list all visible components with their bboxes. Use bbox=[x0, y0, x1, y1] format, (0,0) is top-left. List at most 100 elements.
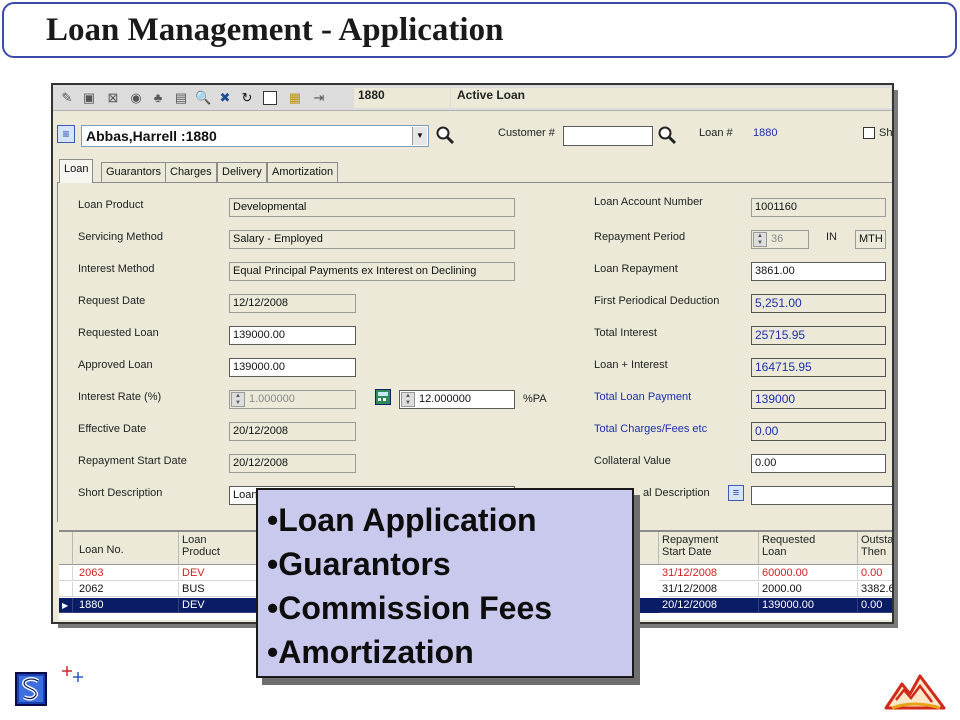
tab-amortization[interactable]: Amortization bbox=[267, 162, 339, 182]
show-checkbox[interactable] bbox=[863, 127, 875, 139]
save-icon[interactable]: ▣ bbox=[81, 90, 97, 106]
cell-start-date: 31/12/2008 bbox=[659, 566, 759, 581]
approved-loan-input[interactable]: 139000.00 bbox=[229, 358, 356, 377]
refresh-icon[interactable]: ↻ bbox=[239, 90, 255, 106]
approve-icon[interactable]: ◉ bbox=[128, 90, 144, 106]
grid-header-requested-loan[interactable]: Requested Loan bbox=[759, 532, 858, 565]
total-interest-label: Total Interest bbox=[594, 327, 657, 339]
total-loan-payment-field[interactable]: 139000 bbox=[751, 390, 886, 409]
repayment-period-label: Repayment Period bbox=[594, 231, 686, 243]
repayment-start-date-field[interactable]: 20/12/2008 bbox=[229, 454, 356, 473]
cell-loan-no: 2063 bbox=[73, 566, 179, 581]
cell-start-date: 20/12/2008 bbox=[659, 598, 759, 613]
interest-rate-value-2: 12.000000 bbox=[419, 393, 471, 405]
edit-icon[interactable]: ✎ bbox=[59, 90, 75, 106]
tab-guarantors[interactable]: Guarantors bbox=[101, 162, 167, 182]
notes-icon[interactable]: ▦ bbox=[287, 90, 303, 106]
borrower-combo-value: Abbas,Harrell :1880 bbox=[86, 128, 217, 144]
collateral-value-label: Collateral Value bbox=[594, 455, 671, 467]
cell-requested: 60000.00 bbox=[759, 566, 858, 581]
interest-rate-label: Interest Rate (%) bbox=[78, 391, 162, 403]
row-selector[interactable] bbox=[59, 566, 73, 581]
effective-date-label: Effective Date bbox=[78, 423, 147, 435]
requested-loan-label: Requested Loan bbox=[78, 327, 159, 339]
borrower-combo[interactable]: Abbas,Harrell :1880 ▼ bbox=[81, 125, 429, 147]
requested-loan-input[interactable]: 139000.00 bbox=[229, 326, 356, 345]
spinner-icon[interactable]: ▲ ▼ bbox=[401, 392, 415, 407]
chevron-down-icon[interactable]: ▼ bbox=[412, 127, 427, 145]
callout-item: •Guarantors bbox=[267, 546, 451, 582]
row-pointer-icon[interactable]: ▶ bbox=[59, 598, 73, 613]
cell-loan-no: 1880 bbox=[73, 598, 179, 613]
interest-method-field[interactable]: Equal Principal Payments ex Interest on … bbox=[229, 262, 515, 281]
collateral-value-input[interactable]: 0.00 bbox=[751, 454, 886, 473]
list-icon[interactable]: ≡ bbox=[57, 125, 75, 143]
repayment-period-unit[interactable]: MTH bbox=[855, 230, 886, 249]
grid-row-selector-header bbox=[59, 532, 73, 565]
callout-item: •Loan Application bbox=[267, 502, 537, 538]
total-charges-fees-field[interactable]: 0.00 bbox=[751, 422, 886, 441]
slide-title-bar: Loan Management - Application bbox=[2, 2, 957, 58]
delete-icon[interactable]: ⊠ bbox=[105, 90, 121, 106]
loan-product-field[interactable]: Developmental bbox=[229, 198, 515, 217]
loan-account-number-label: Loan Account Number bbox=[594, 196, 703, 208]
cell-outstanding: 3382.6 bbox=[858, 582, 892, 597]
interest-rate-value-1: 1.000000 bbox=[249, 393, 295, 405]
grid-header-loan-no[interactable]: Loan No. bbox=[73, 532, 179, 565]
grid-header-outstanding-then[interactable]: Outstar Then bbox=[858, 532, 892, 565]
cell-outstanding: 0.00 bbox=[858, 598, 892, 613]
row-selector[interactable] bbox=[59, 582, 73, 597]
exit-icon[interactable]: ⇥ bbox=[311, 90, 327, 106]
effective-date-field[interactable]: 20/12/2008 bbox=[229, 422, 356, 441]
grid-header-repayment-start-date[interactable]: Repayment Start Date bbox=[659, 532, 759, 565]
total-charges-fees-label: Total Charges/Fees etc bbox=[594, 423, 708, 435]
calculator-icon[interactable] bbox=[375, 389, 391, 405]
loan-product-label: Loan Product bbox=[78, 199, 144, 211]
interest-rate-field-2[interactable]: ▲ ▼ 12.000000 bbox=[399, 390, 515, 409]
loan-plus-interest-field[interactable]: 164715.95 bbox=[751, 358, 886, 377]
approved-loan-label: Approved Loan bbox=[78, 359, 153, 371]
cell-outstanding: 0.00 bbox=[858, 566, 892, 581]
repayment-period-field[interactable]: ▲ ▼ 36 bbox=[751, 230, 809, 249]
loan-plus-interest-label: Loan + Interest bbox=[594, 359, 668, 371]
loan-number-value: 1880 bbox=[753, 127, 778, 139]
blank-doc-icon[interactable] bbox=[263, 91, 277, 105]
toolbar: ✎ ▣ ⊠ ◉ ♣ ▤ 🔍 ✖ ↻ ▦ ⇥ 1880 Active Loan bbox=[53, 85, 892, 111]
cell-loan-no: 2062 bbox=[73, 582, 179, 597]
grid-header-loan-product[interactable]: Loan Product bbox=[179, 532, 259, 565]
tab-loan[interactable]: Loan bbox=[59, 159, 94, 183]
callout-item: •Commission Fees bbox=[267, 590, 553, 626]
tab-delivery[interactable]: Delivery bbox=[217, 162, 267, 182]
preview-icon[interactable]: 🔍 bbox=[195, 90, 211, 106]
customer-number-input[interactable] bbox=[563, 126, 653, 146]
repayment-period-in-label: IN bbox=[826, 231, 837, 243]
cell-requested: 2000.00 bbox=[759, 582, 858, 597]
first-periodical-deduction-label: First Periodical Deduction bbox=[594, 295, 720, 307]
loan-repayment-label: Loan Repayment bbox=[594, 263, 678, 275]
description-list-icon[interactable]: ≡ bbox=[728, 485, 744, 501]
customer-search-icon[interactable] bbox=[657, 125, 677, 145]
tab-charges[interactable]: Charges bbox=[165, 162, 217, 182]
servicing-method-field[interactable]: Salary - Employed bbox=[229, 230, 515, 249]
slide-title: Loan Management - Application bbox=[46, 12, 504, 48]
sparkle-icon bbox=[62, 666, 83, 682]
collateral-description-input[interactable] bbox=[751, 486, 892, 505]
cell-product: BUS bbox=[179, 582, 259, 597]
loan-status: Active Loan bbox=[451, 88, 891, 108]
excel-icon[interactable]: ✖ bbox=[217, 90, 233, 106]
loan-account-number-field[interactable]: 1001160 bbox=[751, 198, 886, 217]
cell-product: DEV bbox=[179, 598, 259, 613]
first-periodical-deduction-field[interactable]: 5,251.00 bbox=[751, 294, 886, 313]
interest-rate-field-1[interactable]: ▲ ▼ 1.000000 bbox=[229, 390, 356, 409]
stamp-icon[interactable]: ♣ bbox=[150, 90, 166, 106]
search-icon[interactable] bbox=[435, 125, 455, 145]
request-date-field[interactable]: 12/12/2008 bbox=[229, 294, 356, 313]
total-interest-field[interactable]: 25715.95 bbox=[751, 326, 886, 345]
loan-repayment-input[interactable]: 3861.00 bbox=[751, 262, 886, 281]
spinner-icon[interactable]: ▲ ▼ bbox=[753, 232, 767, 247]
servicing-method-label: Servicing Method bbox=[78, 231, 163, 243]
company-s-logo bbox=[15, 672, 47, 706]
spinner-icon[interactable]: ▲ ▼ bbox=[231, 392, 245, 407]
folder-icon[interactable]: ▤ bbox=[173, 90, 189, 106]
repayment-start-date-label: Repayment Start Date bbox=[78, 455, 187, 467]
